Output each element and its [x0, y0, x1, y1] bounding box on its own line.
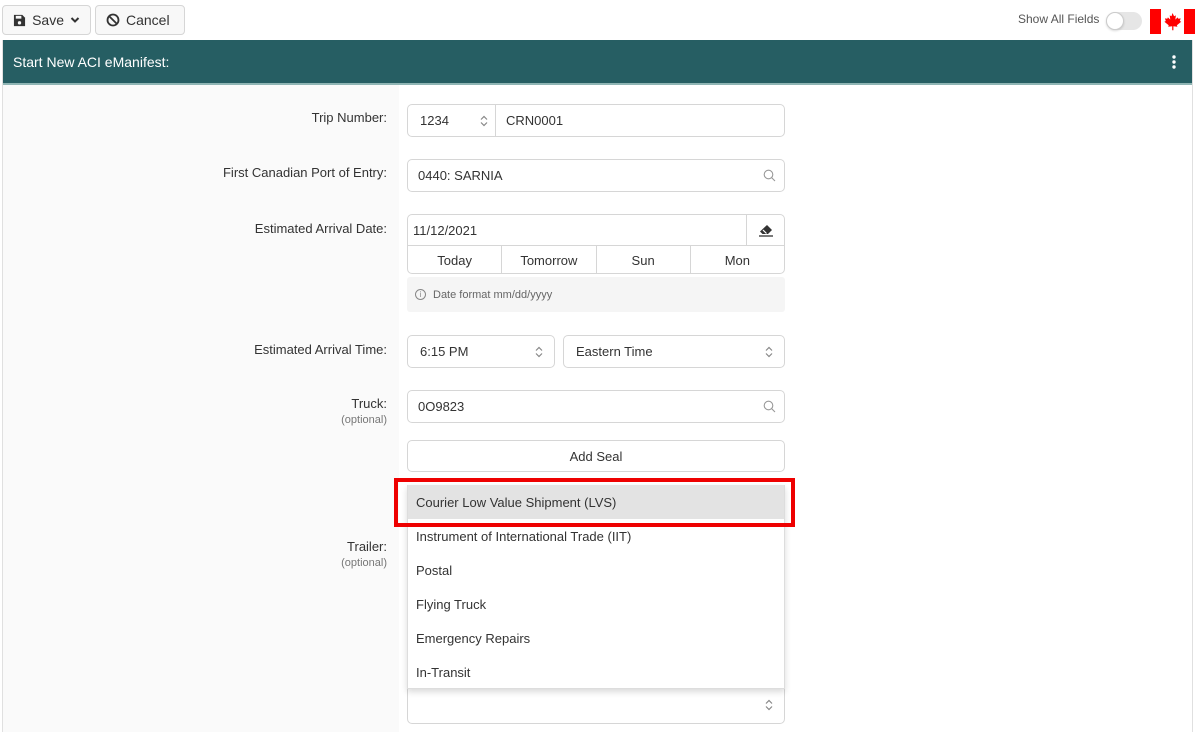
dropdown-option[interactable]: Courier Low Value Shipment (LVS) [408, 485, 784, 519]
timezone-value: Eastern Time [576, 344, 653, 359]
trailer-type-select[interactable] [407, 685, 785, 724]
arrival-time-select[interactable]: 6:15 PM [407, 335, 555, 368]
save-button[interactable]: Save [2, 5, 91, 35]
dropdown-option[interactable]: Flying Truck [408, 587, 784, 621]
label-column [3, 85, 399, 732]
port-of-entry-input[interactable]: 0440: SARNIA [407, 159, 785, 192]
date-format-hint-text: Date format mm/dd/yyyy [433, 288, 553, 301]
save-label: Save [32, 12, 64, 28]
trailer-optional-text: (optional) [341, 557, 387, 569]
toggle-knob [1106, 12, 1124, 30]
select-arrows-icon [754, 346, 784, 358]
dropdown-option[interactable]: Instrument of International Trade (IIT) [408, 519, 784, 553]
select-arrows-icon [473, 115, 495, 127]
cancel-label: Cancel [126, 12, 170, 28]
select-arrows-icon [524, 346, 554, 358]
dropdown-option[interactable]: In-Transit [408, 655, 784, 689]
trailer-label-text: Trailer: [347, 539, 387, 554]
search-icon[interactable] [754, 400, 784, 413]
kebab-menu-icon[interactable] [1166, 52, 1182, 72]
cancel-button[interactable]: Cancel [95, 5, 185, 35]
trip-number-prefix-select[interactable]: 1234 [408, 105, 496, 136]
manifest-panel: Start New ACI eManifest: Trip Number: 12… [2, 40, 1193, 732]
trip-number-field: 1234 CRN0001 [407, 104, 785, 137]
sunday-button[interactable]: Sun [597, 246, 691, 274]
truck-value: 0O9823 [418, 399, 465, 414]
add-seal-button[interactable]: Add Seal [407, 440, 785, 472]
trip-number-label: Trip Number: [311, 110, 387, 125]
show-all-fields-label: Show All Fields [1018, 12, 1100, 26]
chevron-down-icon [70, 16, 80, 24]
date-format-hint: i Date format mm/dd/yyyy [407, 277, 785, 312]
search-icon[interactable] [754, 169, 784, 182]
date-quick-buttons: Today Tomorrow Sun Mon [408, 246, 784, 274]
monday-button[interactable]: Mon [691, 246, 784, 274]
ban-icon [106, 13, 120, 27]
truck-label: Truck: (optional) [341, 396, 387, 426]
show-all-fields-toggle[interactable] [1106, 12, 1142, 30]
port-of-entry-value: 0440: SARNIA [418, 168, 503, 183]
timezone-select[interactable]: Eastern Time [563, 335, 785, 368]
today-button[interactable]: Today [408, 246, 503, 274]
canada-flag-icon [1150, 9, 1195, 34]
dropdown-option[interactable]: Postal [408, 553, 784, 587]
select-arrows-icon [754, 699, 784, 711]
tomorrow-button[interactable]: Tomorrow [502, 246, 597, 274]
trailer-label: Trailer: (optional) [341, 539, 387, 569]
arrival-date-picker: 11/12/2021 Today Tomorrow Sun Mon [407, 214, 785, 274]
arrival-time-value: 6:15 PM [420, 344, 469, 359]
dropdown-option[interactable]: Emergency Repairs [408, 621, 784, 655]
arrival-date-input[interactable]: 11/12/2021 [408, 223, 746, 238]
arrival-time-label: Estimated Arrival Time: [254, 342, 387, 357]
info-icon: i [415, 289, 426, 300]
truck-input[interactable]: 0O9823 [407, 390, 785, 423]
trip-number-prefix-value: 1234 [420, 113, 449, 128]
truck-optional-text: (optional) [341, 414, 387, 426]
port-of-entry-label: First Canadian Port of Entry: [222, 165, 387, 180]
trip-number-input[interactable]: CRN0001 [496, 113, 784, 128]
trailer-type-dropdown: Courier Low Value Shipment (LVS) Instrum… [407, 485, 785, 689]
arrival-date-label: Estimated Arrival Date: [254, 221, 387, 236]
truck-label-text: Truck: [351, 396, 387, 411]
eraser-icon[interactable] [746, 215, 784, 245]
page-title: Start New ACI eManifest: [13, 53, 170, 70]
floppy-disk-icon [13, 13, 26, 27]
panel-header: Start New ACI eManifest: [3, 40, 1192, 85]
top-toolbar: Save Cancel Show All Fields [0, 0, 1200, 40]
